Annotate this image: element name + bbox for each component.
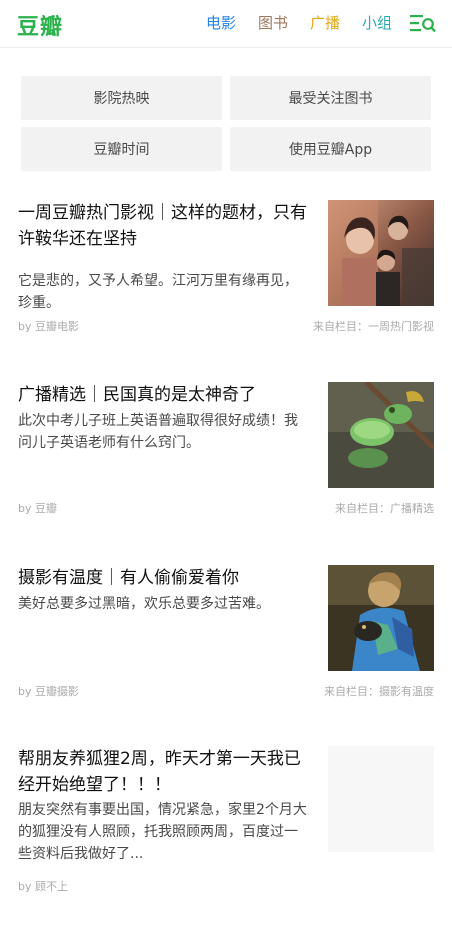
menu-search-icon[interactable]	[410, 13, 436, 33]
card-title[interactable]: 帮朋友养狐狸2周，昨天才第一天我已经开始绝望了！！！	[18, 746, 308, 798]
movie-poster-image[interactable]	[328, 200, 434, 306]
card-description: 朋友突然有事要出国，情况紧急，家里2个月大的狐狸没有人照顾，托我照顾两周，百度过…	[18, 802, 307, 862]
card-author[interactable]: by 豆瓣电影	[18, 318, 79, 334]
feed-card[interactable]: 帮朋友养狐狸2周，昨天才第一天我已经开始绝望了！！！ 朋友突然有事要出国，情况紧…	[18, 746, 434, 896]
card-description: 它是悲的，又予人希望。江河万里有缘再见，珍重。	[18, 273, 298, 311]
card-title[interactable]: 一周豆瓣热门影视｜这样的题材，只有许鞍华还在坚持	[18, 200, 308, 252]
card-source[interactable]: 来自栏目：广播精选	[335, 500, 434, 516]
card-description: 此次中考儿子班上英语普遍取得很好成绩！我问儿子英语老师有什么窍门。	[18, 413, 298, 451]
quick-links: 影院热映 最受关注图书 豆瓣时间 使用豆瓣App	[21, 76, 431, 171]
quick-link-app[interactable]: 使用豆瓣App	[230, 127, 431, 171]
feed-card[interactable]: 广播精选｜民国真的是太神奇了 此次中考儿子班上英语普遍取得很好成绩！我问儿子英语…	[18, 382, 434, 522]
card-description: 美好总要多过黑暗，欢乐总要多过苦难。	[18, 596, 270, 612]
feed-card[interactable]: 一周豆瓣热门影视｜这样的题材，只有许鞍华还在坚持 它是悲的，又予人希望。江河万里…	[18, 200, 434, 340]
card-author[interactable]: by 豆瓣摄影	[18, 683, 79, 699]
feed-card[interactable]: 摄影有温度｜有人偷偷爱着你 美好总要多过黑暗，欢乐总要多过苦难。 by 豆瓣摄影…	[18, 565, 434, 705]
card-source[interactable]: 来自栏目：一周热门影视	[313, 318, 434, 334]
quick-link-douban-time[interactable]: 豆瓣时间	[21, 127, 222, 171]
card-source[interactable]: 来自栏目：摄影有温度	[324, 683, 434, 699]
top-bar: 豆瓣 电影 图书 广播 小组	[0, 0, 452, 48]
nav-book[interactable]: 图书	[258, 13, 288, 33]
card-author[interactable]: by 顾不上	[18, 878, 68, 894]
douban-logo[interactable]: 豆瓣	[17, 9, 63, 41]
quick-link-top-books[interactable]: 最受关注图书	[230, 76, 431, 120]
child-cat-image[interactable]	[328, 565, 434, 671]
card-title[interactable]: 广播精选｜民国真的是太神奇了	[18, 382, 308, 408]
nav-broadcast[interactable]: 广播	[310, 13, 340, 33]
card-title[interactable]: 摄影有温度｜有人偷偷爱着你	[18, 565, 308, 591]
top-nav: 电影 图书 广播 小组	[184, 13, 436, 33]
fox-image-placeholder[interactable]	[328, 746, 434, 852]
nav-movie[interactable]: 电影	[206, 13, 236, 33]
nav-group[interactable]: 小组	[362, 13, 392, 33]
card-author[interactable]: by 豆瓣	[18, 500, 57, 516]
quick-link-cinema[interactable]: 影院热映	[21, 76, 222, 120]
lizard-image[interactable]	[328, 382, 434, 488]
